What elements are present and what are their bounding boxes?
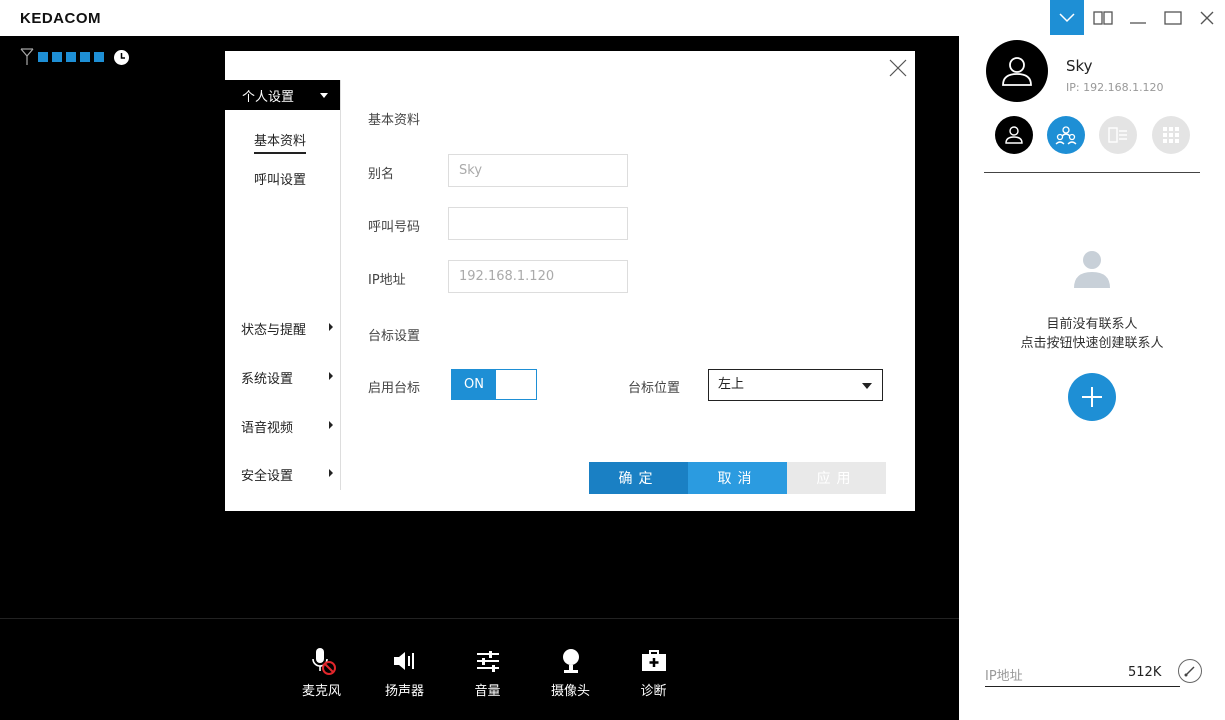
- diagnosis-label: 诊断: [640, 684, 667, 699]
- enable-logo-toggle[interactable]: ON: [451, 369, 537, 400]
- caret-down-icon: [320, 93, 328, 98]
- signal-status: [20, 48, 104, 66]
- maximize-icon: [1164, 10, 1182, 25]
- speaker-icon: [392, 646, 418, 676]
- group-icon: [1055, 126, 1077, 145]
- minimize-icon: [1130, 21, 1146, 24]
- signal-bar: [94, 52, 104, 62]
- caret-right-icon: [329, 421, 333, 429]
- mic-muted-icon: [307, 646, 337, 676]
- section-title-basic: 基本资料: [368, 113, 421, 128]
- alias-field[interactable]: Sky: [448, 154, 628, 187]
- microphone-label: 麦克风: [301, 684, 341, 699]
- dialog-close-button[interactable]: [889, 59, 907, 77]
- diagnosis-icon: [641, 646, 667, 676]
- signal-bar: [80, 52, 90, 62]
- settings-dialog: 个人设置 基本资料 呼叫设置 状态与提醒 系统设置 语音视频 安全设置 基本资料…: [225, 51, 915, 511]
- logo-position-value: 左上: [718, 377, 745, 392]
- nav-item-label: 语音视频: [241, 421, 294, 436]
- bandwidth-label: IP地址: [985, 669, 1023, 684]
- section-title-logo: 台标设置: [368, 329, 421, 344]
- logo-position-select[interactable]: 左上: [708, 369, 883, 401]
- nav-personal-settings[interactable]: 个人设置: [225, 80, 340, 110]
- empty-message-line2: 点击按钮快速创建联系人: [1020, 336, 1164, 351]
- cancel-button[interactable]: 取消: [688, 462, 787, 494]
- settings-nav: 个人设置 基本资料 呼叫设置 状态与提醒 系统设置 语音视频 安全设置: [225, 80, 341, 490]
- tab-contacts[interactable]: [1099, 116, 1137, 154]
- add-contact-button[interactable]: [1068, 373, 1116, 421]
- person-icon: [1005, 126, 1023, 144]
- ip-address-label: IP地址: [368, 273, 406, 288]
- user-name: Sky: [1066, 57, 1093, 75]
- caret-right-icon: [329, 469, 333, 477]
- speaker-label: 扬声器: [384, 684, 424, 699]
- tab-personal[interactable]: [995, 116, 1033, 154]
- plus-icon: [1082, 387, 1102, 407]
- volume-sliders-icon: [475, 646, 501, 676]
- close-button[interactable]: [1190, 0, 1224, 35]
- ip-address-field[interactable]: 192.168.1.120: [448, 260, 628, 293]
- dropdown-arrow-icon: [862, 383, 872, 389]
- grid-apps-icon: [1163, 127, 1179, 143]
- speed-gauge-icon[interactable]: [1178, 659, 1202, 683]
- nav-call-settings[interactable]: 呼叫设置: [254, 169, 306, 188]
- alias-label: 别名: [368, 167, 395, 182]
- close-icon: [889, 59, 907, 77]
- empty-contact-icon: [1073, 250, 1111, 294]
- split-view-button[interactable]: [1086, 0, 1120, 35]
- speaker-button[interactable]: 扬声器: [363, 646, 446, 699]
- nav-header-label: 个人设置: [242, 89, 295, 105]
- empty-message-line1: 目前没有联系人: [1046, 317, 1138, 332]
- ok-button[interactable]: 确定: [589, 462, 688, 494]
- nav-basic-info[interactable]: 基本资料: [254, 130, 307, 154]
- apply-button[interactable]: 应用: [787, 462, 886, 494]
- split-view-icon: [1093, 10, 1113, 25]
- caret-right-icon: [329, 323, 333, 331]
- logo-position-label: 台标位置: [628, 381, 681, 396]
- volume-label: 音量: [474, 684, 501, 699]
- avatar[interactable]: [986, 40, 1048, 102]
- contact-card-icon: [1108, 127, 1127, 143]
- chevron-down-icon: [1059, 12, 1075, 22]
- nav-status-alerts[interactable]: 状态与提醒: [241, 319, 333, 338]
- title-bar: KEDACOM: [0, 0, 1225, 36]
- signal-bar: [66, 52, 76, 62]
- toggle-on-label: ON: [452, 370, 496, 399]
- camera-icon: [560, 646, 582, 676]
- app-window: KEDACOM 麦克风 扬声器 音量 摄像头 诊断 个人设置 基本资料 呼叫设置…: [0, 0, 1225, 720]
- divider: [984, 172, 1200, 173]
- nav-security-settings[interactable]: 安全设置: [241, 465, 333, 484]
- tab-apps[interactable]: [1152, 116, 1190, 154]
- call-toolbar: 麦克风 扬声器 音量 摄像头 诊断: [280, 646, 695, 699]
- dropdown-button[interactable]: [1050, 0, 1084, 35]
- user-ip: IP: 192.168.1.120: [1066, 81, 1164, 94]
- bandwidth-value[interactable]: 512K: [1128, 665, 1161, 680]
- nav-item-label: 安全设置: [241, 469, 294, 484]
- tab-group[interactable]: [1047, 116, 1085, 154]
- clock-icon: [113, 49, 130, 70]
- user-icon: [1002, 57, 1032, 86]
- microphone-button[interactable]: 麦克风: [280, 646, 363, 699]
- diagnosis-button[interactable]: 诊断: [612, 646, 695, 699]
- nav-system-settings[interactable]: 系统设置: [241, 368, 333, 387]
- maximize-button[interactable]: [1156, 0, 1190, 35]
- caret-right-icon: [329, 372, 333, 380]
- contacts-panel: Sky IP: 192.168.1.120 目前没有联系人 点击按钮快速创建联系…: [959, 36, 1225, 720]
- camera-button[interactable]: 摄像头: [529, 646, 612, 699]
- antenna-icon: [20, 48, 34, 65]
- camera-label: 摄像头: [550, 684, 590, 699]
- volume-button[interactable]: 音量: [446, 646, 529, 699]
- signal-bar: [38, 52, 48, 62]
- app-logo: KEDACOM: [20, 10, 101, 27]
- close-icon: [1200, 11, 1214, 24]
- call-number-field[interactable]: [448, 207, 628, 240]
- enable-logo-label: 启用台标: [368, 381, 421, 396]
- nav-audio-video[interactable]: 语音视频: [241, 417, 333, 436]
- bandwidth-line: [985, 686, 1180, 687]
- nav-item-label: 状态与提醒: [241, 323, 307, 338]
- signal-bar: [52, 52, 62, 62]
- call-number-label: 呼叫号码: [368, 220, 421, 235]
- nav-item-label: 系统设置: [241, 372, 294, 387]
- minimize-button[interactable]: [1121, 0, 1155, 35]
